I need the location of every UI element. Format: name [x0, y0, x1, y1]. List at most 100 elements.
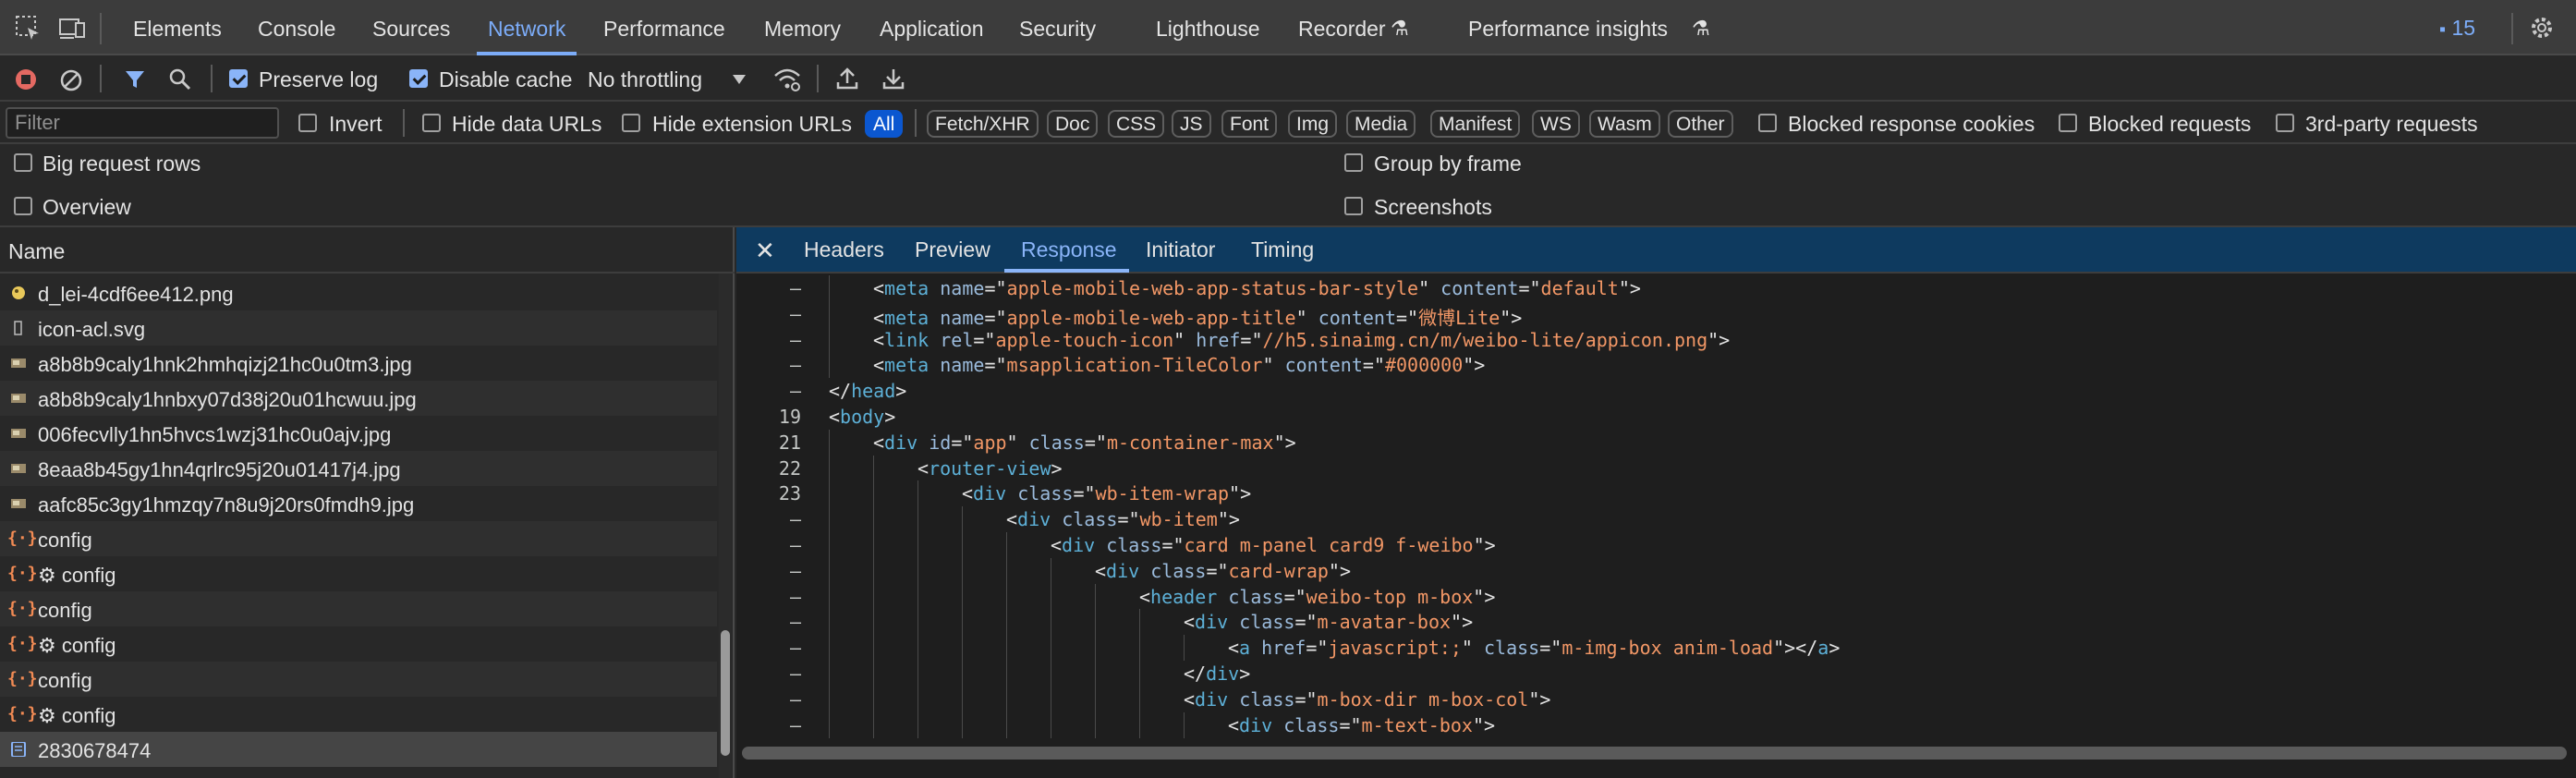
filter-chip-media[interactable]: Media: [1346, 110, 1416, 138]
filter-chip-fetch-xhr[interactable]: Fetch/XHR: [927, 110, 1039, 138]
request-row[interactable]: {·} config: [0, 662, 717, 697]
tab-elements[interactable]: Elements: [133, 0, 222, 55]
search-icon[interactable]: [168, 67, 192, 91]
tab-network[interactable]: Network: [476, 0, 577, 55]
request-row[interactable]: d_lei-4cdf6ee412.png: [0, 275, 717, 310]
tab-sources[interactable]: Sources: [372, 0, 450, 55]
json-icon: {·}: [7, 529, 38, 548]
tab-memory[interactable]: Memory: [764, 0, 841, 55]
request-row[interactable]: 8eaa8b45gy1hn4qrlrc95j20u01417j4.jpg: [0, 451, 717, 486]
indent-guide: [873, 583, 874, 610]
request-row[interactable]: {·} config: [0, 591, 717, 626]
code-token: >: [1829, 637, 1841, 660]
code-token: javascript:;: [1328, 637, 1462, 660]
request-row[interactable]: aafc85c3gy1hmzqy7n8u9j20rs0fmdh9.jpg: [0, 486, 717, 521]
code-token: router-view: [929, 456, 1051, 480]
detail-tab-response[interactable]: Response: [1021, 237, 1117, 262]
request-row[interactable]: {·} ⚙ config: [0, 697, 717, 732]
request-row[interactable]: 2830678474: [0, 732, 717, 767]
scrollbar-thumb[interactable]: [721, 630, 730, 756]
filter-chip-manifest[interactable]: Manifest: [1430, 110, 1521, 138]
code-token: =": [984, 354, 1007, 377]
import-har-icon[interactable]: [835, 67, 859, 91]
detail-tab-preview[interactable]: Preview: [915, 237, 990, 262]
line-number: –: [789, 302, 801, 325]
blocked-response-cookies-checkbox[interactable]: [1758, 114, 1777, 132]
tab-security[interactable]: Security: [1019, 0, 1096, 55]
chip-separator: [915, 109, 917, 137]
tab-console[interactable]: Console: [258, 0, 335, 55]
big-request-rows-checkbox[interactable]: [14, 153, 32, 172]
name-column-header[interactable]: Name: [0, 227, 735, 274]
preserve-log-checkbox[interactable]: [229, 69, 248, 88]
filter-input[interactable]: [6, 107, 279, 139]
throttling-select[interactable]: No throttling: [588, 67, 702, 92]
filter-chip-js[interactable]: JS: [1172, 110, 1211, 138]
record-stop-icon[interactable]: [15, 68, 37, 91]
code-token: =": [1339, 713, 1362, 736]
indent-guide: [962, 635, 963, 662]
request-row[interactable]: a8b8b9caly1hnk2hmhqizj21hc0u0tm3.jpg: [0, 346, 717, 381]
hide-data-urls-checkbox[interactable]: [422, 114, 441, 132]
export-har-icon[interactable]: [881, 67, 905, 91]
filter-chip-other[interactable]: Other: [1668, 110, 1733, 138]
json-icon: {·}: [7, 564, 38, 583]
code-token: ">: [1618, 277, 1641, 299]
code-line: 22 <router-view>: [736, 455, 2576, 481]
device-toolbar-icon[interactable]: [57, 13, 87, 43]
code-token: <: [829, 406, 841, 428]
request-row[interactable]: {·} ⚙ config: [0, 556, 717, 591]
indent-guide: [962, 686, 963, 712]
filter-chip-font[interactable]: Font: [1221, 110, 1278, 138]
tab-recorder[interactable]: Recorder: [1298, 0, 1386, 55]
code-token: =": [1396, 306, 1419, 329]
filter-chip-ws[interactable]: WS: [1532, 110, 1580, 138]
tab-application[interactable]: Application: [880, 0, 984, 55]
hide-extension-urls-checkbox[interactable]: [622, 114, 640, 132]
chevron-down-icon[interactable]: [732, 74, 747, 85]
blocked-requests-checkbox[interactable]: [2059, 114, 2077, 132]
invert-checkbox[interactable]: [298, 114, 317, 132]
detail-tab-headers[interactable]: Headers: [804, 237, 884, 262]
issues-badge[interactable]: ▪ 15: [2439, 16, 2475, 41]
overview-checkbox[interactable]: [14, 197, 32, 215]
code-token: name: [940, 306, 985, 329]
request-row[interactable]: {·} ⚙ config: [0, 626, 717, 662]
detail-tab-initiator[interactable]: Initiator: [1146, 237, 1215, 262]
blocked-response-cookies-label: Blocked response cookies: [1788, 112, 2035, 136]
gear-icon[interactable]: [2527, 13, 2557, 43]
third-party-requests-checkbox[interactable]: [2276, 114, 2294, 132]
filter-chip-all[interactable]: All: [865, 110, 904, 138]
response-code-view[interactable]: – <meta name="apple-mobile-web-app-status…: [736, 274, 2576, 778]
filter-chip-css[interactable]: CSS: [1108, 110, 1165, 138]
tab-performance[interactable]: Performance: [603, 0, 725, 55]
horizontal-scrollbar[interactable]: [742, 747, 2567, 760]
json-icon: {·}: [7, 634, 38, 653]
tab-performance-insights[interactable]: Performance insights: [1468, 0, 1668, 55]
inspect-element-icon[interactable]: [13, 13, 43, 43]
code-token: <: [1228, 637, 1240, 660]
request-row[interactable]: a8b8b9caly1hnbxy07d38j20u01hcwuu.jpg: [0, 381, 717, 416]
group-by-frame-checkbox[interactable]: [1344, 153, 1363, 172]
code-token: m-container-max: [1106, 431, 1274, 454]
screenshots-checkbox[interactable]: [1344, 197, 1363, 215]
code-token: m-text-box: [1361, 713, 1473, 736]
request-row[interactable]: 006fecvlly1hn5hvcs1wzj31hc0u0ajv.jpg: [0, 416, 717, 451]
request-row[interactable]: icon-acl.svg: [0, 310, 717, 346]
request-row[interactable]: {·} config: [0, 521, 717, 556]
filter-icon[interactable]: [124, 68, 146, 91]
filter-chip-wasm[interactable]: Wasm: [1589, 110, 1660, 138]
tab-lighthouse[interactable]: Lighthouse: [1156, 0, 1260, 55]
filter-chip-img[interactable]: Img: [1288, 110, 1338, 138]
request-name: ⚙ config: [38, 704, 116, 727]
network-conditions-icon[interactable]: [772, 67, 802, 92]
code-text: <meta name="msapplication-TileColor" con…: [873, 354, 1485, 376]
disable-cache-checkbox[interactable]: [409, 69, 428, 88]
close-icon[interactable]: ✕: [755, 237, 775, 265]
indent-guide: [1139, 635, 1140, 662]
filter-chip-doc[interactable]: Doc: [1047, 110, 1099, 138]
detail-tab-timing[interactable]: Timing: [1251, 237, 1314, 262]
clear-icon[interactable]: [59, 68, 83, 92]
request-name: config: [38, 529, 92, 552]
code-token: <: [917, 456, 930, 480]
